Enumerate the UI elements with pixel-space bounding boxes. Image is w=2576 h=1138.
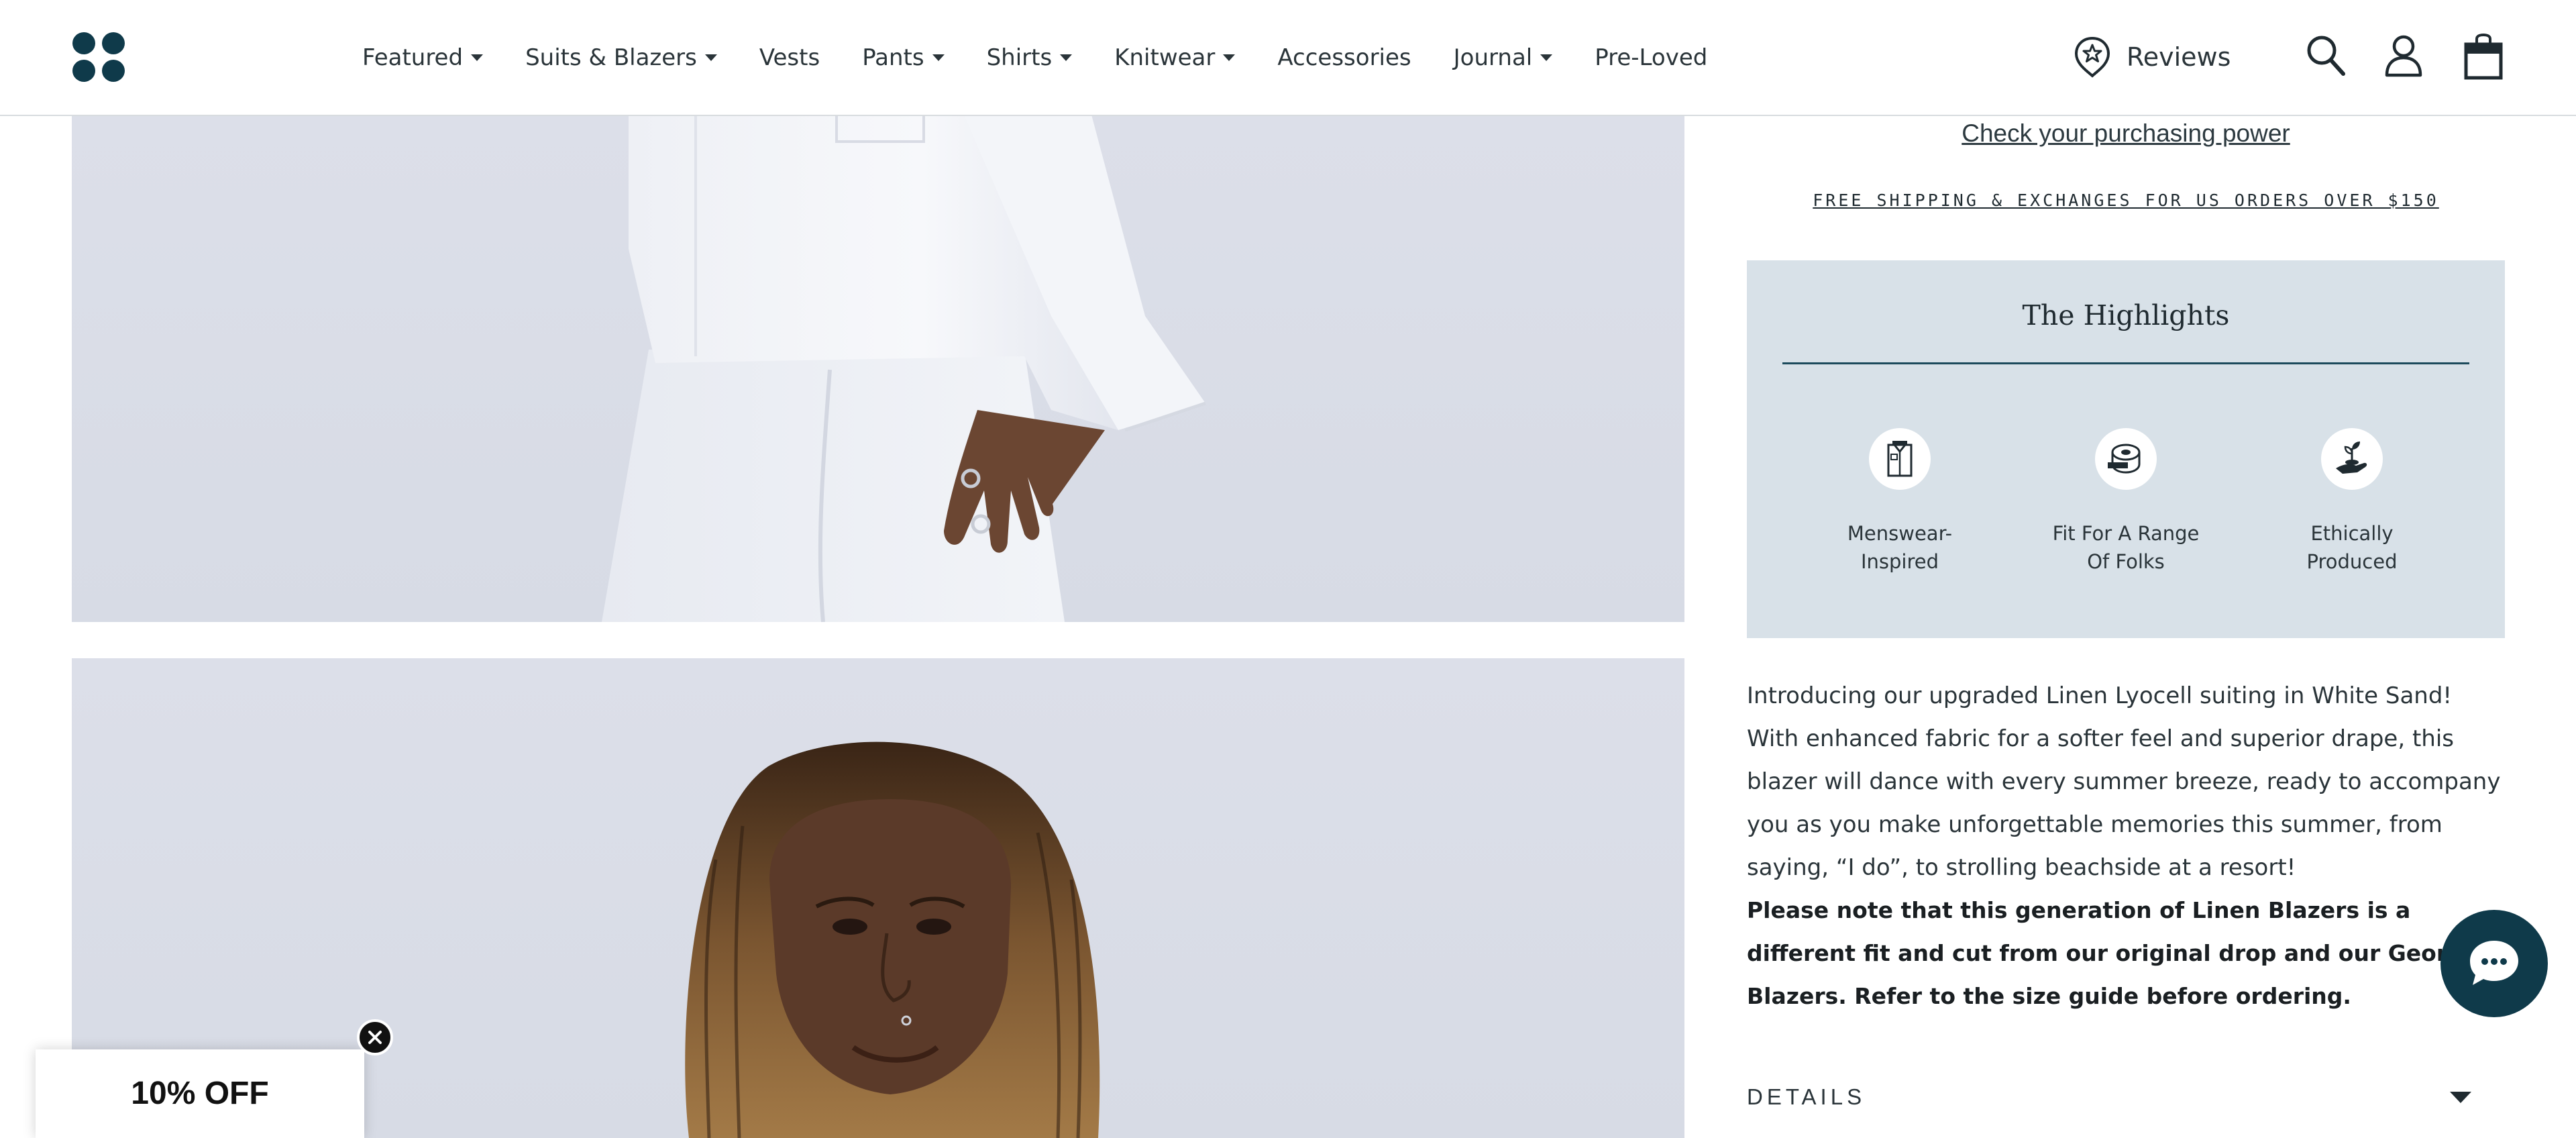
nav-featured[interactable]: Featured <box>362 44 484 71</box>
nav-pre-loved[interactable]: Pre-Loved <box>1595 44 1707 71</box>
details-label: DETAILS <box>1747 1084 1866 1109</box>
chat-button[interactable] <box>2440 910 2548 1017</box>
reviews-link[interactable]: Reviews <box>2073 32 2231 82</box>
nav-accessories[interactable]: Accessories <box>1277 44 1411 71</box>
shirt-icon <box>1887 441 1913 477</box>
details-accordion[interactable]: DETAILS <box>1747 1080 2471 1114</box>
fit-note: Please note that this generation of Line… <box>1747 897 2486 1009</box>
hand-plant-icon <box>2336 442 2367 474</box>
highlight-icon-circle <box>2095 428 2157 490</box>
close-icon[interactable] <box>357 1019 393 1055</box>
reviews-label: Reviews <box>2127 42 2231 72</box>
site-header: Featured Suits & Blazers Vests Pants Shi… <box>0 0 2576 116</box>
highlight-ethical: Ethically Produced <box>2251 428 2453 576</box>
measuring-tape-icon <box>2108 444 2141 474</box>
discount-label: 10% OFF <box>131 1076 269 1111</box>
highlight-icon-circle <box>1869 428 1931 490</box>
reviews-badge-icon <box>2074 36 2110 78</box>
free-shipping-banner[interactable]: FREE SHIPPING & EXCHANGES FOR US ORDERS … <box>1747 191 2505 210</box>
main-nav: Featured Suits & Blazers Vests Pants Shi… <box>362 0 1707 115</box>
highlight-icon-circle <box>2321 428 2383 490</box>
highlights-divider <box>1782 362 2469 364</box>
chevron-down-icon <box>932 54 945 61</box>
product-description: Introducing our upgraded Linen Lyocell s… <box>1747 682 2501 881</box>
chevron-down-icon <box>704 54 717 61</box>
nav-vests[interactable]: Vests <box>759 44 820 71</box>
chat-bubble-icon <box>2470 941 2518 985</box>
close-x-glyph <box>368 1031 382 1044</box>
nav-shirts[interactable]: Shirts <box>987 44 1073 71</box>
highlights-panel: The Highlights Menswear-Inspired Fit For… <box>1747 260 2505 638</box>
chevron-down-icon <box>1223 54 1236 61</box>
chevron-down-icon <box>2450 1091 2471 1103</box>
highlight-label: Fit For A Range Of Folks <box>2052 522 2200 573</box>
chevron-down-icon <box>1060 54 1073 61</box>
highlights-title: The Highlights <box>2022 299 2230 331</box>
nav-suits-blazers[interactable]: Suits & Blazers <box>525 44 717 71</box>
nav-knitwear[interactable]: Knitwear <box>1114 44 1236 71</box>
highlight-menswear: Menswear-Inspired <box>1799 428 2000 576</box>
chevron-down-icon <box>471 54 484 61</box>
search-icon[interactable] <box>2305 34 2347 78</box>
nav-journal[interactable]: Journal <box>1454 44 1553 71</box>
chevron-down-icon <box>1540 54 1553 61</box>
product-photo-1[interactable] <box>72 115 1684 622</box>
highlight-label: Ethically Produced <box>2306 522 2398 573</box>
discount-popup[interactable]: 10% OFF <box>36 1049 364 1138</box>
model-photo-image <box>602 115 1206 622</box>
account-icon[interactable] <box>2383 34 2424 78</box>
logo-icon[interactable] <box>72 32 125 82</box>
highlight-fit: Fit For A Range Of Folks <box>2025 428 2226 576</box>
cart-icon[interactable] <box>2463 34 2504 81</box>
purchasing-power-link[interactable]: Check your purchasing power <box>1747 119 2505 148</box>
nav-pants[interactable]: Pants <box>862 44 945 71</box>
highlight-label: Menswear-Inspired <box>1847 522 1953 573</box>
